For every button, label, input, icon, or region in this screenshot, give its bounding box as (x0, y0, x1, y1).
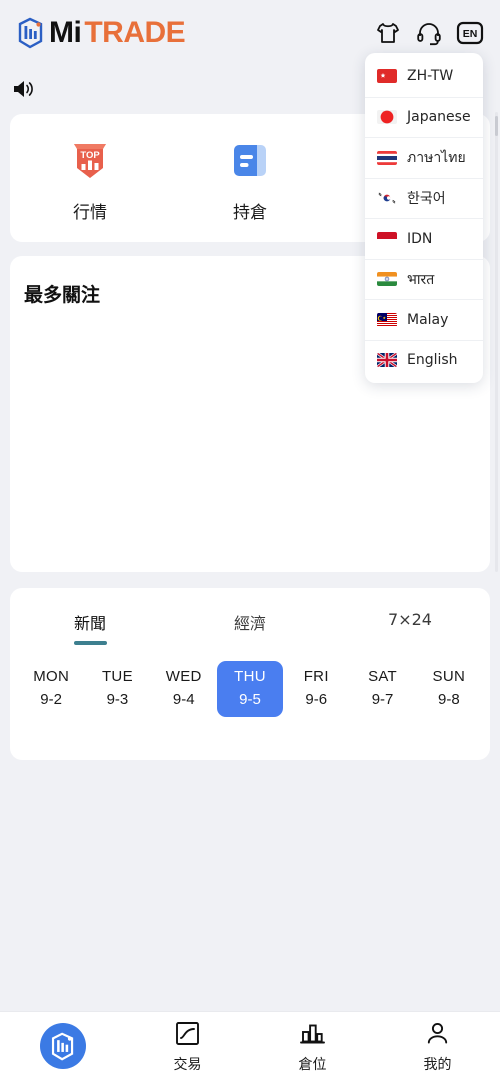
quick-action-market[interactable]: TOP 行情 (10, 134, 170, 223)
date-day: TUE (102, 668, 133, 685)
nav-item-home[interactable] (0, 1023, 125, 1069)
language-option-label: ภาษาไทย (407, 147, 466, 169)
app-root: MiTRADE EN (0, 0, 500, 1080)
flag-my-icon (377, 313, 397, 327)
date-chip[interactable]: SUN 9-8 (416, 661, 482, 717)
date-day: MON (33, 668, 69, 685)
tab-label: 經濟 (234, 610, 266, 634)
tab-label: 新聞 (74, 610, 106, 634)
flag-th-icon (377, 151, 397, 165)
headset-support-icon[interactable] (415, 19, 443, 47)
date-chip[interactable]: MON 9-2 (18, 661, 84, 717)
date-day: SUN (433, 668, 466, 685)
nav-item-positions[interactable]: 倉位 (250, 1019, 375, 1074)
brand-logo[interactable]: MiTRADE (16, 17, 185, 49)
nav-label: 倉位 (299, 1054, 327, 1074)
date-day: WED (166, 668, 202, 685)
date-number: 9-7 (372, 691, 394, 708)
positions-bars-icon (299, 1019, 326, 1049)
svg-text:EN: EN (463, 28, 478, 40)
date-chip[interactable]: SAT 9-7 (349, 661, 415, 717)
language-option-label: English (407, 352, 458, 368)
language-option-label: Japanese (407, 109, 471, 125)
language-option-english[interactable]: English (365, 340, 483, 381)
language-option-malay[interactable]: Malay (365, 299, 483, 340)
scrollbar-thumb[interactable] (495, 116, 498, 136)
date-chip[interactable]: WED 9-4 (151, 661, 217, 717)
mitrade-logo-icon (16, 17, 46, 49)
date-number: 9-3 (107, 691, 129, 708)
tab-active-underline (74, 641, 107, 645)
trade-chart-icon (175, 1019, 200, 1049)
date-selector: MON 9-2 TUE 9-3 WED 9-4 THU 9-5 FRI 9-6 … (10, 661, 490, 717)
positions-document-icon (224, 134, 276, 186)
tab-active-underline (234, 641, 267, 645)
date-number: 9-5 (239, 691, 261, 708)
language-option-label: Malay (407, 312, 448, 328)
tab-news[interactable]: 新聞 (10, 610, 170, 645)
svg-text:TOP: TOP (80, 150, 100, 161)
home-logo-icon (40, 1023, 86, 1069)
tab-active-underline (394, 636, 427, 640)
date-number: 9-4 (173, 691, 195, 708)
news-tab-bar: 新聞 經濟 7×24 (10, 588, 490, 645)
quick-action-label: 持倉 (233, 198, 267, 223)
nav-item-trade[interactable]: 交易 (125, 1019, 250, 1074)
quick-action-positions[interactable]: 持倉 (170, 134, 330, 223)
tab-economy[interactable]: 經濟 (170, 610, 330, 645)
language-option-japanese[interactable]: Japanese (365, 97, 483, 138)
language-button[interactable]: EN (456, 19, 484, 47)
language-option-idn[interactable]: IDN (365, 218, 483, 259)
profile-person-icon (425, 1019, 450, 1049)
flag-id-icon (377, 232, 397, 246)
flag-gb-icon (377, 353, 397, 367)
announcement-bar[interactable] (12, 76, 42, 102)
date-chip[interactable]: TUE 9-3 (84, 661, 150, 717)
date-number: 9-6 (305, 691, 327, 708)
flag-jp-icon (377, 110, 397, 124)
language-option-label: 한국어 (407, 188, 446, 208)
date-chip[interactable]: FRI 9-6 (283, 661, 349, 717)
date-number: 9-2 (40, 691, 62, 708)
date-chip-selected[interactable]: THU 9-5 (217, 661, 283, 717)
flag-hk-icon (377, 69, 397, 83)
date-day: FRI (304, 668, 329, 685)
quick-action-label: 行情 (73, 198, 107, 223)
brand-name-trade: TRADE (84, 18, 185, 48)
language-option-korean[interactable]: 한국어 (365, 178, 483, 219)
tshirt-icon[interactable] (374, 19, 402, 47)
header-icon-group: EN (374, 19, 484, 47)
language-option-label: भारत (407, 270, 434, 289)
nav-label: 我的 (424, 1054, 452, 1074)
speaker-announcement-icon (12, 78, 36, 100)
language-dropdown-menu: ZH-TW Japanese ภาษาไทย (365, 53, 483, 383)
date-day: THU (234, 668, 266, 685)
nav-label: 交易 (174, 1054, 202, 1074)
flag-kr-icon (377, 191, 397, 205)
top-ranking-badge-icon: TOP (64, 134, 116, 186)
language-option-label: IDN (407, 231, 432, 247)
nav-item-profile[interactable]: 我的 (375, 1019, 500, 1074)
language-option-hindi[interactable]: भारत (365, 259, 483, 300)
date-day: SAT (368, 668, 397, 685)
tab-7x24[interactable]: 7×24 (330, 610, 490, 645)
language-option-zh-tw[interactable]: ZH-TW (365, 56, 483, 97)
most-watched-title: 最多關注 (24, 280, 100, 307)
date-number: 9-8 (438, 691, 460, 708)
brand-name-mi: Mi (49, 18, 81, 48)
language-option-thai[interactable]: ภาษาไทย (365, 137, 483, 178)
language-option-label: ZH-TW (407, 68, 453, 84)
news-card: 新聞 經濟 7×24 MON 9-2 TUE 9-3 WED (10, 588, 490, 760)
tab-label: 7×24 (388, 610, 432, 629)
scrollbar-track[interactable] (495, 112, 498, 572)
bottom-navigation: 交易 倉位 我的 (0, 1011, 500, 1080)
flag-in-icon (377, 272, 397, 286)
